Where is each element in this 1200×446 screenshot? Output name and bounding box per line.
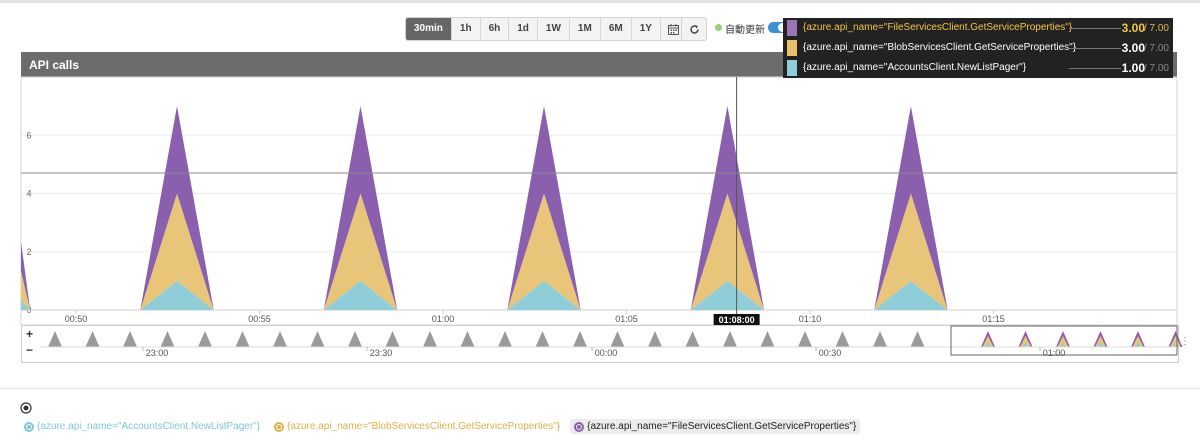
navigator-peak xyxy=(160,331,175,347)
navigator-tick-label: 00:00 xyxy=(595,348,618,358)
navigator-peak xyxy=(610,331,625,347)
tooltip-total: / 7.00 xyxy=(1143,23,1169,34)
legend-label: {azure.api_name="AccountsClient.NewListP… xyxy=(37,421,261,432)
navigator-peak xyxy=(235,331,250,347)
navigator-peak xyxy=(573,331,587,347)
tooltip-swatch xyxy=(787,20,797,36)
legend-item-file[interactable]: {azure.api_name="FileServicesClient.GetS… xyxy=(570,419,861,434)
tooltip-leader-line xyxy=(1069,48,1121,49)
navigator-peak xyxy=(423,331,437,347)
tooltip-value: 1.00 xyxy=(1121,61,1145,75)
navigator-peak xyxy=(273,331,287,347)
tooltip-swatch xyxy=(787,60,797,76)
navigator-peak xyxy=(498,331,512,347)
tooltip-value: 3.00 xyxy=(1121,41,1145,55)
hover-tooltip: {azure.api_name="FileServicesClient.GetS… xyxy=(783,18,1173,78)
tooltip-leader-line xyxy=(1069,68,1121,69)
tooltip-leader-line xyxy=(1069,28,1121,29)
navigator-tick-label: 23:00 xyxy=(146,348,169,358)
navigator-peak xyxy=(385,331,400,347)
navigator-peak xyxy=(685,331,700,347)
navigator-peak xyxy=(835,331,850,347)
legend-marker-icon xyxy=(24,421,34,432)
navigator-peak xyxy=(723,331,737,347)
navigator-peak xyxy=(798,331,812,347)
navigator-tick-label: 00:30 xyxy=(819,348,842,358)
tooltip-series-name: {azure.api_name="FileServicesClient.GetS… xyxy=(803,22,1073,33)
legend-marker-icon xyxy=(574,421,585,432)
navigator-peak xyxy=(535,331,550,347)
navigator-tick-label: 23:30 xyxy=(370,348,393,358)
tooltip-swatch xyxy=(787,40,797,56)
navigator-tick-label: 01:00 xyxy=(1043,348,1066,358)
legend-marker-icon xyxy=(274,421,285,432)
navigator-peak xyxy=(198,331,212,347)
legend-label: {azure.api_name="FileServicesClient.GetS… xyxy=(587,421,857,432)
navigator-peak xyxy=(123,331,137,347)
legend-item-accounts[interactable]: {azure.api_name="AccountsClient.NewListP… xyxy=(20,419,264,434)
tooltip-total: / 7.00 xyxy=(1143,63,1169,74)
navigator-drag-handle-icon[interactable]: ⋮ xyxy=(1180,336,1190,347)
legend-label: {azure.api_name="BlobServicesClient.GetS… xyxy=(287,421,561,432)
tooltip-row: {azure.api_name="FileServicesClient.GetS… xyxy=(783,18,1173,38)
navigator-peak xyxy=(910,331,925,347)
tooltip-row: {azure.api_name="AccountsClient.NewListP… xyxy=(783,58,1173,78)
legend-toggle-icon[interactable] xyxy=(20,402,32,414)
tooltip-series-name: {azure.api_name="AccountsClient.NewListP… xyxy=(803,62,1027,73)
navigator-peak xyxy=(873,331,887,347)
navigator-peak xyxy=(460,331,475,347)
navigator-peak xyxy=(310,331,325,347)
navigator-peak xyxy=(648,331,662,347)
legend-item-blob[interactable]: {azure.api_name="BlobServicesClient.GetS… xyxy=(270,419,564,434)
navigator-peak xyxy=(48,331,62,347)
panel-divider xyxy=(0,388,1200,389)
tooltip-series-name: {azure.api_name="BlobServicesClient.GetS… xyxy=(803,42,1077,53)
navigator-peak xyxy=(760,331,775,347)
tooltip-value: 3.00 xyxy=(1121,21,1145,35)
navigator-peak xyxy=(348,331,362,347)
tooltip-total: / 7.00 xyxy=(1143,43,1169,54)
tooltip-row: {azure.api_name="BlobServicesClient.GetS… xyxy=(783,38,1173,58)
legend: {azure.api_name="AccountsClient.NewListP… xyxy=(20,419,861,434)
navigator-peak xyxy=(85,331,100,347)
